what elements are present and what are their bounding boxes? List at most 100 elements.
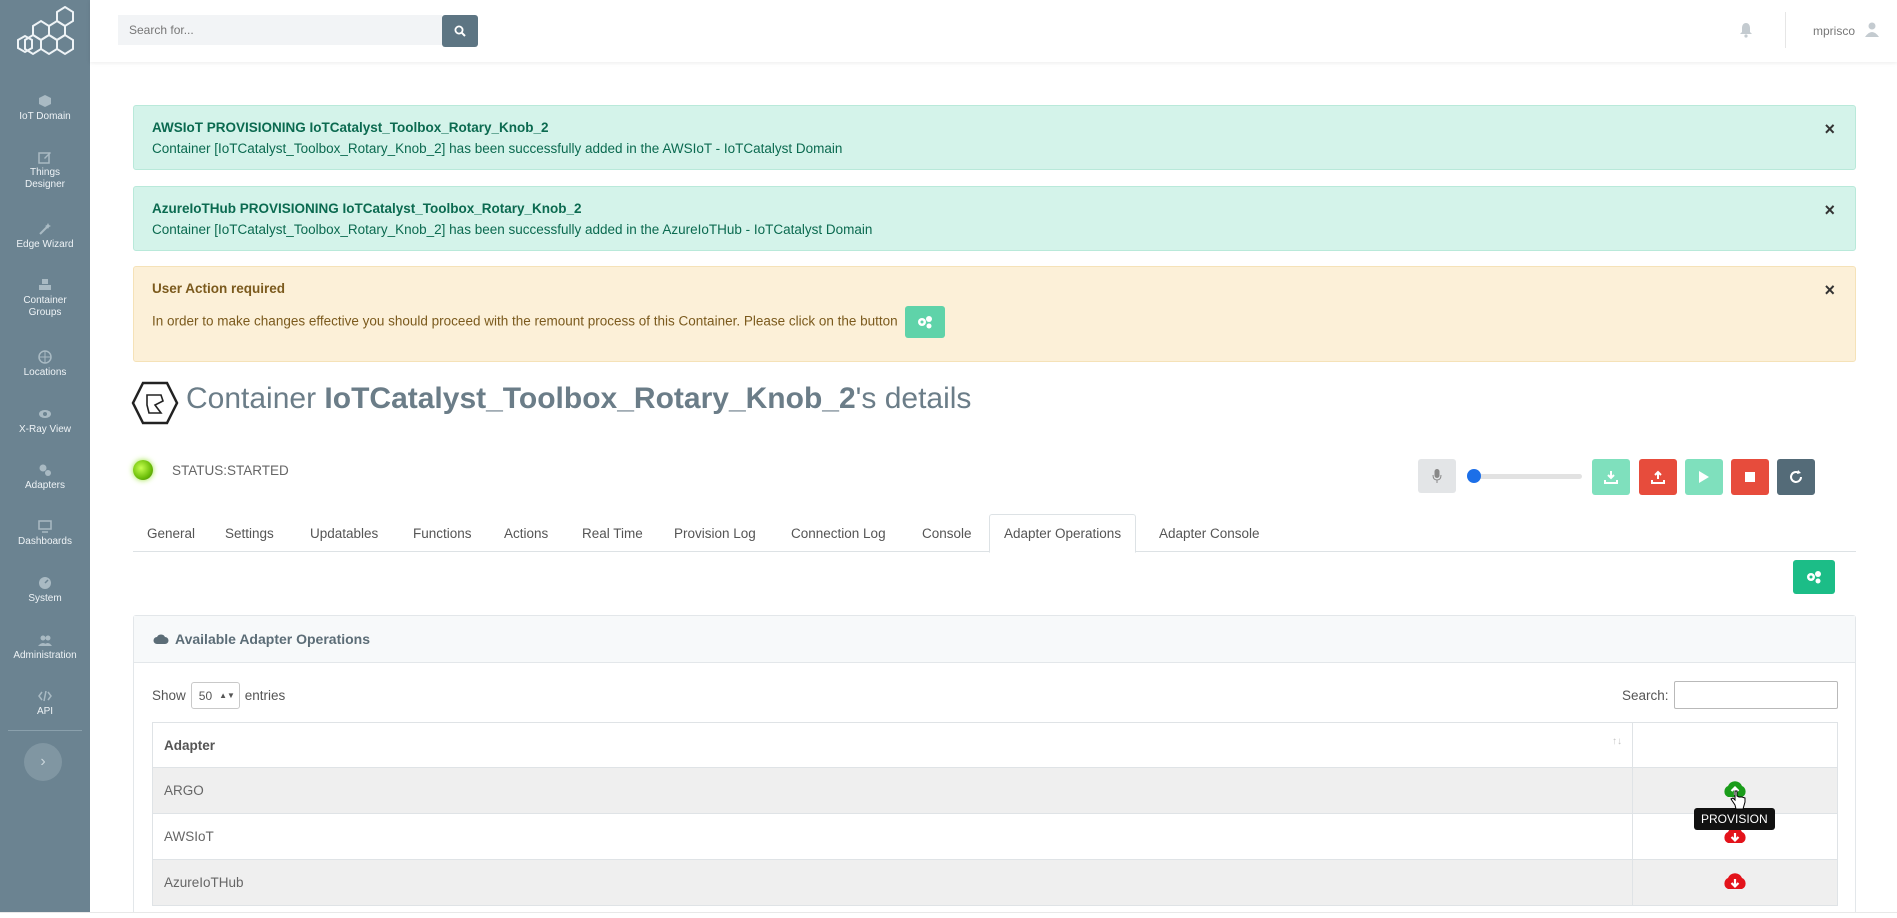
hexagon-logo-icon[interactable] <box>8 6 76 58</box>
alert-title: AzureIoTHub PROVISIONING IoTCatalyst_Too… <box>152 201 582 216</box>
topbar-divider <box>1785 12 1786 48</box>
close-icon[interactable]: × <box>1824 281 1835 299</box>
tab-adapter-console[interactable]: Adapter Console <box>1145 514 1274 552</box>
sidebar-expand-button[interactable]: › <box>24 743 62 781</box>
sort-icon: ↑↓ <box>1612 736 1622 747</box>
tab-updatables[interactable]: Updatables <box>296 514 392 552</box>
alert-message-row: In order to make changes effective you s… <box>152 306 1837 338</box>
sidebar-item-locations[interactable]: Locations <box>0 350 90 379</box>
sidebar-item-iot-domain[interactable]: IoT Domain <box>0 94 90 123</box>
search-button[interactable] <box>442 15 478 47</box>
sidebar-item-administration[interactable]: Administration <box>0 633 90 662</box>
card-header: Available Adapter Operations <box>134 616 1855 663</box>
adapter-settings-button[interactable] <box>1793 560 1835 594</box>
sidebar-item-label: System <box>28 593 62 604</box>
start-button[interactable] <box>1685 459 1723 495</box>
show-label: Show <box>152 688 186 703</box>
entries-value: 50 <box>198 688 213 703</box>
volume-slider-handle[interactable] <box>1467 469 1481 483</box>
remount-button[interactable] <box>905 306 946 338</box>
user-icon[interactable] <box>1865 22 1879 37</box>
tab-connection-log[interactable]: Connection Log <box>777 514 900 552</box>
sidebar-item-label: IoT Domain <box>19 111 71 122</box>
gears-icon <box>39 464 51 476</box>
adapter-name: ARGO <box>152 767 1633 814</box>
sidebar-item-label: Dashboards <box>18 536 72 547</box>
sidebar-item-api[interactable]: API <box>0 689 90 718</box>
sidebar-item-container-groups[interactable]: Container Groups <box>0 278 90 319</box>
adapter-action-cell <box>1632 859 1838 906</box>
table-row: AWSIoT <box>152 813 1838 860</box>
users-icon <box>38 635 52 646</box>
gears-icon <box>918 316 933 329</box>
container-name: IoTCatalyst_Toolbox_Rotary_Knob_2 <box>324 382 856 415</box>
tab-adapter-operations[interactable]: Adapter Operations <box>989 514 1137 553</box>
tab-general[interactable]: General <box>133 514 209 552</box>
entries-label: entries <box>244 688 286 703</box>
upload-button[interactable] <box>1639 459 1677 495</box>
stop-icon <box>1745 472 1755 482</box>
alert-title: User Action required <box>152 281 286 296</box>
bell-icon[interactable] <box>1738 22 1754 38</box>
wand-icon <box>39 223 51 235</box>
download-button[interactable] <box>1592 459 1630 495</box>
alert-azureiothub-provisioning: AzureIoTHub PROVISIONING IoTCatalyst_Too… <box>133 186 1856 251</box>
page-title-prefix: Container <box>186 382 325 415</box>
sidebar-item-xray-view[interactable]: X-Ray View <box>0 407 90 436</box>
close-icon[interactable]: × <box>1824 120 1835 138</box>
tab-real-time[interactable]: Real Time <box>568 514 657 552</box>
table-search-input[interactable] <box>1674 681 1838 709</box>
tab-settings[interactable]: Settings <box>211 514 288 552</box>
alert-message: Container [IoTCatalyst_Toolbox_Rotary_Kn… <box>152 222 873 237</box>
cloud-download-icon[interactable] <box>1721 870 1749 892</box>
search-placeholder: Search for... <box>129 23 194 37</box>
microphone-button[interactable] <box>1418 459 1456 493</box>
search-input[interactable]: Search for... <box>118 15 442 45</box>
upload-icon <box>1651 470 1665 484</box>
status-text: STATUS:STARTED <box>172 463 289 478</box>
alert-message: Container [IoTCatalyst_Toolbox_Rotary_Kn… <box>152 141 843 156</box>
detail-tabs: General Settings Updatables Functions Ac… <box>133 514 1856 553</box>
sidebar-item-edge-wizard[interactable]: Edge Wizard <box>0 222 90 251</box>
sidebar-item-label: Things Designer <box>24 167 66 190</box>
sidebar-item-label: Adapters <box>24 480 66 491</box>
entries-select[interactable]: 50 ▲▼ <box>190 682 240 709</box>
tab-actions[interactable]: Actions <box>490 514 562 552</box>
column-header-actions <box>1632 722 1838 768</box>
sidebar-item-dashboards[interactable]: Dashboards <box>0 519 90 548</box>
close-icon[interactable]: × <box>1824 201 1835 219</box>
tab-functions[interactable]: Functions <box>399 514 486 552</box>
volume-slider-track[interactable] <box>1472 474 1582 479</box>
sidebar-item-label: API <box>36 706 54 717</box>
sidebar-item-adapters[interactable]: Adapters <box>0 463 90 492</box>
stop-button[interactable] <box>1731 459 1769 495</box>
select-arrows-icon: ▲▼ <box>219 691 235 700</box>
username[interactable]: mprisco <box>1813 24 1855 38</box>
eye-icon <box>39 410 51 418</box>
refresh-button[interactable] <box>1777 459 1815 495</box>
alert-awsiot-provisioning: AWSIoT PROVISIONING IoTCatalyst_Toolbox_… <box>133 105 1856 170</box>
sidebar-item-things-designer[interactable]: Things Designer <box>0 150 90 191</box>
sidebar-divider <box>8 730 82 731</box>
container-icon <box>131 381 179 425</box>
tab-provision-log[interactable]: Provision Log <box>660 514 770 552</box>
cube-icon <box>39 95 51 107</box>
card-title: Available Adapter Operations <box>175 631 371 647</box>
download-icon <box>1604 471 1618 484</box>
page-title: Container IoTCatalyst_Toolbox_Rotary_Kno… <box>186 382 971 416</box>
hand-cursor-icon <box>1730 790 1746 810</box>
globe-icon <box>38 350 52 364</box>
sidebar-item-system[interactable]: System <box>0 576 90 605</box>
adapters-table: Adapter ↑↓ ARGO AWSIoT AzureIoTHub <box>152 722 1838 906</box>
table-row: AzureIoTHub <box>152 859 1838 906</box>
gears-icon <box>1807 571 1821 584</box>
tab-console[interactable]: Console <box>908 514 986 552</box>
search-icon <box>454 25 466 37</box>
chevron-right-icon: › <box>40 753 46 770</box>
adapter-operations-card: Available Adapter Operations Show 50 ▲▼ … <box>133 615 1856 918</box>
top-navbar: Search for... mprisco <box>90 0 1897 62</box>
column-header-adapter[interactable]: Adapter ↑↓ <box>152 722 1633 768</box>
sidebar-item-label: Administration <box>13 650 77 661</box>
sidebar-item-label: Container Groups <box>23 295 67 318</box>
edit-icon <box>38 152 51 164</box>
